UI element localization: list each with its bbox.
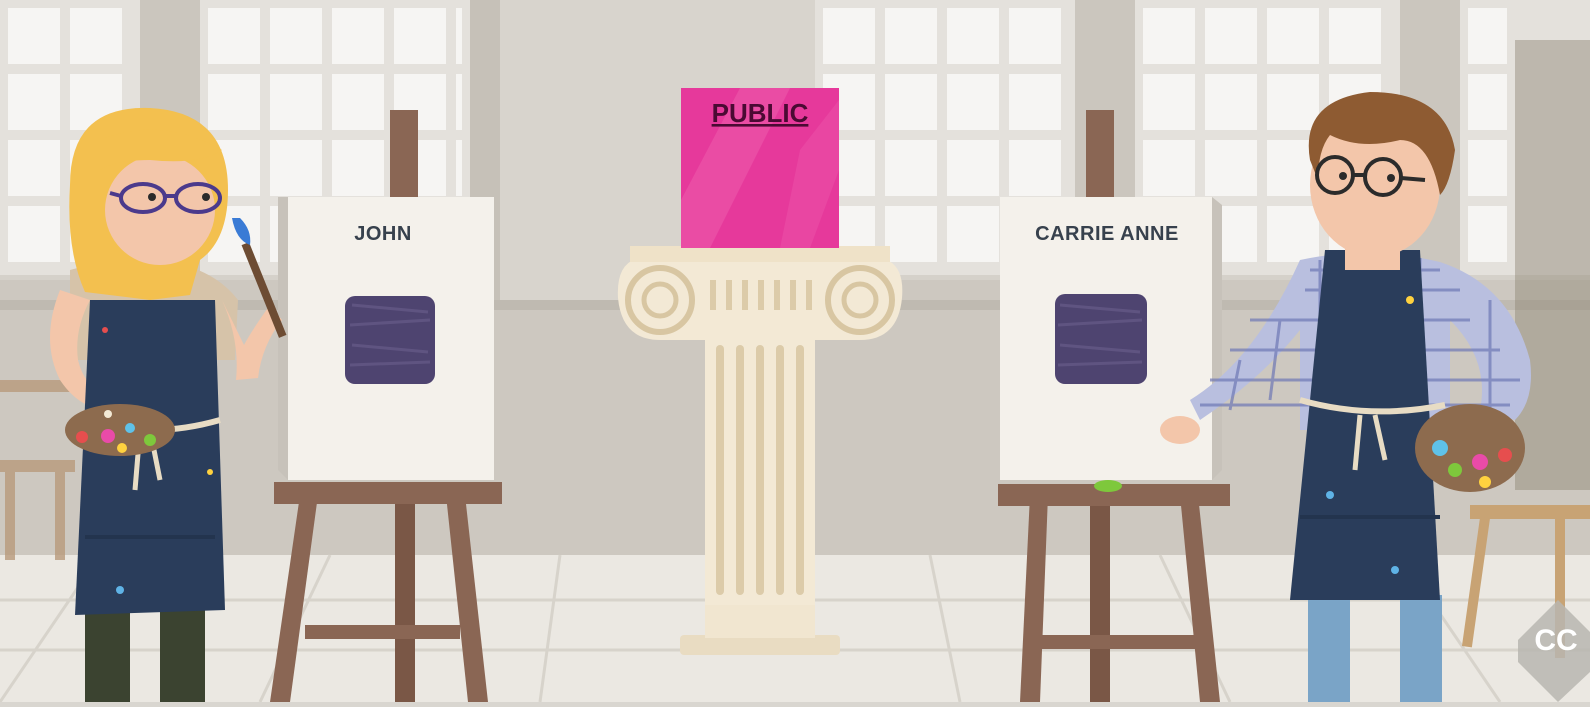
cc-logo-text: CC xyxy=(1534,624,1577,657)
green-paint-tube xyxy=(1094,480,1122,492)
window-pane xyxy=(823,8,875,64)
window-pane xyxy=(947,8,999,64)
background-boxes-right xyxy=(1515,40,1590,490)
window-pane xyxy=(332,74,384,130)
canvas-label-john: JOHN xyxy=(354,223,412,245)
window-pane xyxy=(1009,74,1061,130)
window-pane xyxy=(947,74,999,130)
window-pane xyxy=(332,8,384,64)
window-pane xyxy=(70,8,122,64)
window-pane xyxy=(270,8,322,64)
window-pane xyxy=(456,8,462,64)
window-pane xyxy=(8,8,60,64)
window-pane xyxy=(208,8,260,64)
window-pane xyxy=(8,74,60,130)
window-pane xyxy=(1205,140,1257,196)
window-pane xyxy=(1143,8,1195,64)
window-pane xyxy=(885,8,937,64)
window-pane xyxy=(1468,8,1507,64)
window-pane xyxy=(1205,8,1257,64)
paint-palette-icon xyxy=(65,404,175,456)
window-pane xyxy=(1205,74,1257,130)
window-pane xyxy=(208,74,260,130)
canvas-carrie-anne: CARRIE ANNE xyxy=(1000,197,1222,492)
window-pane xyxy=(885,206,937,262)
canvas-label-carrie-anne: CARRIE ANNE xyxy=(1035,223,1179,245)
window-pane xyxy=(270,74,322,130)
window-pane xyxy=(8,140,60,196)
canvas-john: JOHN xyxy=(278,197,494,480)
window-pane xyxy=(456,140,462,196)
window-pane xyxy=(394,8,446,64)
window-pane xyxy=(1267,74,1319,130)
window-pane xyxy=(1468,74,1507,130)
window-pane xyxy=(270,140,322,196)
window-pane xyxy=(885,74,937,130)
window-pane xyxy=(8,206,60,262)
window-pane xyxy=(947,206,999,262)
window-pane xyxy=(1009,8,1061,64)
window-pane xyxy=(456,74,462,130)
window-pane xyxy=(1143,74,1195,130)
window-pane xyxy=(1267,206,1319,262)
public-box-label: PUBLIC xyxy=(712,98,809,128)
window-pane xyxy=(1468,206,1507,262)
scene-illustration: JOHN CARRIE ANNE PUBLIC CC xyxy=(0,0,1590,703)
window-pane xyxy=(1468,140,1507,196)
window-pane xyxy=(1329,8,1381,64)
window-pane xyxy=(1009,140,1061,196)
public-box: PUBLIC xyxy=(681,88,839,248)
paint-palette-icon xyxy=(1415,404,1525,492)
window-pane xyxy=(332,140,384,196)
scene-svg: JOHN CARRIE ANNE PUBLIC CC xyxy=(0,0,1590,703)
window-pane xyxy=(885,140,937,196)
window-pane xyxy=(1267,8,1319,64)
window-pane xyxy=(947,140,999,196)
window-pane xyxy=(1143,140,1195,196)
